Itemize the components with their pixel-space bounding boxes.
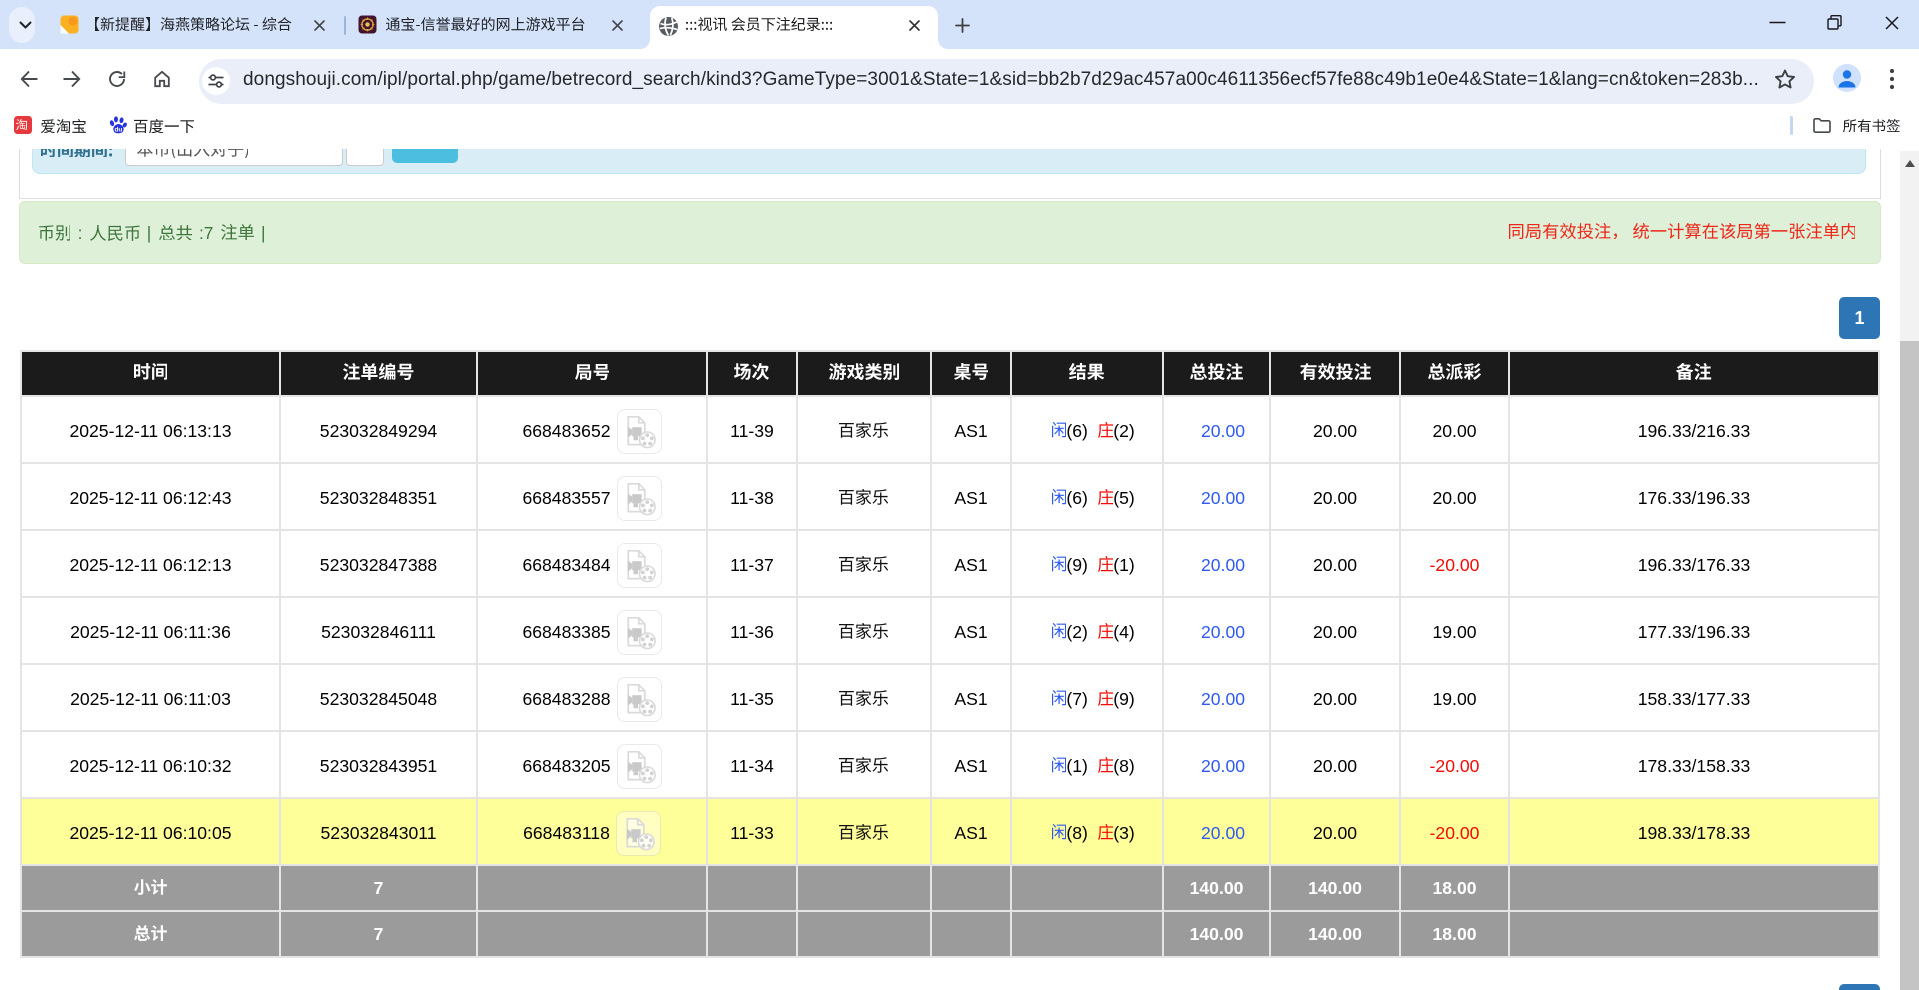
svg-text:du: du bbox=[114, 126, 122, 133]
